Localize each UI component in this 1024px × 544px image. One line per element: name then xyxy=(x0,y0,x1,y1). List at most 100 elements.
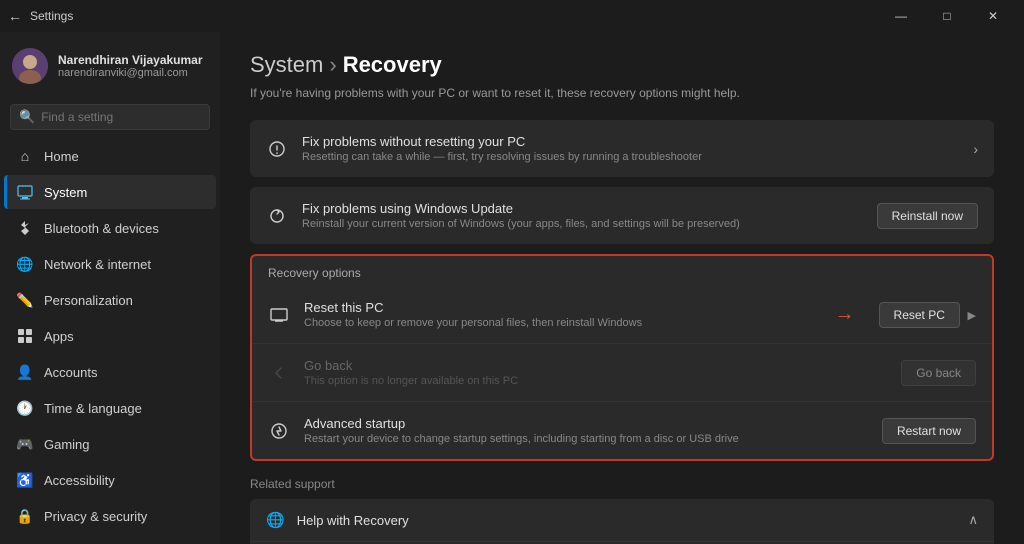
arrow-annotation: → xyxy=(835,303,855,326)
nav-accessibility[interactable]: ♿ Accessibility xyxy=(4,463,216,497)
related-support-label: Related support xyxy=(250,471,994,499)
back-button[interactable]: ← xyxy=(8,8,22,24)
help-recovery-row[interactable]: 🌐 Help with Recovery ∧ xyxy=(250,499,994,542)
nav-accessibility-label: Accessibility xyxy=(44,473,115,488)
titlebar: ← Settings — □ ✕ xyxy=(0,0,1024,32)
content-area: System › Recovery If you're having probl… xyxy=(220,32,1024,544)
fix-update-title: Fix problems using Windows Update xyxy=(302,201,863,216)
breadcrumb-separator: › xyxy=(329,52,336,78)
cursor-indicator: ▶ xyxy=(968,310,976,322)
search-box[interactable]: 🔍 xyxy=(10,104,210,130)
nav-time-label: Time & language xyxy=(44,401,142,416)
accessibility-icon: ♿ xyxy=(16,471,34,489)
breadcrumb-parent: System xyxy=(250,52,323,78)
search-input[interactable] xyxy=(41,110,201,124)
user-email: narendiranviki@gmail.com xyxy=(58,67,203,79)
help-recovery-label: Help with Recovery xyxy=(297,513,957,528)
nav-privacy-label: Privacy & security xyxy=(44,509,147,524)
advanced-startup-desc: Restart your device to change startup se… xyxy=(304,433,868,445)
nav-accounts[interactable]: 👤 Accounts xyxy=(4,355,216,389)
minimize-button[interactable]: — xyxy=(878,0,924,32)
nav-gaming[interactable]: 🎮 Gaming xyxy=(4,427,216,461)
fix-problems-desc: Resetting can take a while — first, try … xyxy=(302,151,959,163)
go-back-title: Go back xyxy=(304,358,887,373)
sidebar: Narendhiran Vijayakumar narendiranviki@g… xyxy=(0,32,220,544)
reset-pc-desc: Choose to keep or remove your personal f… xyxy=(304,317,821,329)
nav-personalization[interactable]: ✏️ Personalization xyxy=(4,283,216,317)
maximize-button[interactable]: □ xyxy=(924,0,970,32)
time-icon: 🕐 xyxy=(16,399,34,417)
fix-windows-update-row: Fix problems using Windows Update Reinst… xyxy=(250,187,994,244)
close-button[interactable]: ✕ xyxy=(970,0,1016,32)
user-profile[interactable]: Narendhiran Vijayakumar narendiranviki@g… xyxy=(0,32,220,100)
recovery-options-label: Recovery options xyxy=(252,256,992,286)
search-icon: 🔍 xyxy=(19,109,35,125)
nav-system[interactable]: System xyxy=(4,175,216,209)
user-name: Narendhiran Vijayakumar xyxy=(58,53,203,67)
nav-accounts-label: Accounts xyxy=(44,365,97,380)
nav-bluetooth-label: Bluetooth & devices xyxy=(44,221,159,236)
nav-time[interactable]: 🕐 Time & language xyxy=(4,391,216,425)
nav-gaming-label: Gaming xyxy=(44,437,90,452)
go-back-desc: This option is no longer available on th… xyxy=(304,375,887,387)
reset-pc-button[interactable]: Reset PC xyxy=(879,302,960,328)
home-icon: ⌂ xyxy=(16,147,34,165)
accounts-icon: 👤 xyxy=(16,363,34,381)
fix-update-icon xyxy=(266,205,288,227)
recovery-options-box: Recovery options Reset this PC Choose to… xyxy=(250,254,994,461)
fix-update-text: Fix problems using Windows Update Reinst… xyxy=(302,201,863,230)
privacy-icon: 🔒 xyxy=(16,507,34,525)
breadcrumb: System › Recovery xyxy=(250,52,994,78)
titlebar-left: ← Settings xyxy=(8,8,73,24)
restart-now-button[interactable]: Restart now xyxy=(882,418,976,444)
reset-pc-text: Reset this PC Choose to keep or remove y… xyxy=(304,300,821,329)
related-support: Related support 🌐 Help with Recovery ∧ C… xyxy=(250,471,994,544)
nav-bluetooth[interactable]: Bluetooth & devices xyxy=(4,211,216,245)
main-layout: Narendhiran Vijayakumar narendiranviki@g… xyxy=(0,32,1024,544)
fix-problems-chevron: › xyxy=(973,141,978,157)
help-recovery-chevron: ∧ xyxy=(968,512,978,528)
help-recovery-card: 🌐 Help with Recovery ∧ Creating a recove… xyxy=(250,499,994,544)
go-back-action: Go back xyxy=(901,360,976,386)
user-info: Narendhiran Vijayakumar narendiranviki@g… xyxy=(58,53,203,79)
nav-update[interactable]: 🔄 Windows Update xyxy=(4,535,216,544)
nav-apps[interactable]: Apps xyxy=(4,319,216,353)
nav-privacy[interactable]: 🔒 Privacy & security xyxy=(4,499,216,533)
reset-pc-icon xyxy=(268,304,290,326)
go-back-text: Go back This option is no longer availab… xyxy=(304,358,887,387)
fix-problems-icon xyxy=(266,138,288,160)
nav-home-label: Home xyxy=(44,149,79,164)
fix-problems-row[interactable]: Fix problems without resetting your PC R… xyxy=(250,120,994,177)
chevron-right-icon: › xyxy=(973,141,978,157)
fix-problems-text: Fix problems without resetting your PC R… xyxy=(302,134,959,163)
advanced-startup-text: Advanced startup Restart your device to … xyxy=(304,416,868,445)
nav-system-label: System xyxy=(44,185,87,200)
nav-apps-label: Apps xyxy=(44,329,74,344)
apps-icon xyxy=(16,327,34,345)
system-icon xyxy=(16,183,34,201)
advanced-startup-icon xyxy=(268,420,290,442)
avatar xyxy=(12,48,48,84)
nav-home[interactable]: ⌂ Home xyxy=(4,139,216,173)
reinstall-now-action: Reinstall now xyxy=(877,203,978,229)
app-title: Settings xyxy=(30,9,73,23)
arrow-icon: → xyxy=(835,303,855,326)
reinstall-now-button[interactable]: Reinstall now xyxy=(877,203,978,229)
reset-pc-row: Reset this PC Choose to keep or remove y… xyxy=(252,286,992,344)
page-subtitle: If you're having problems with your PC o… xyxy=(250,86,994,100)
reset-pc-action: Reset PC ▶ xyxy=(879,302,976,328)
help-recovery-icon: 🌐 xyxy=(266,511,285,529)
fix-problems-card: Fix problems without resetting your PC R… xyxy=(250,120,994,177)
go-back-icon xyxy=(268,362,290,384)
breadcrumb-current: Recovery xyxy=(343,52,442,78)
reset-pc-title: Reset this PC xyxy=(304,300,821,315)
go-back-button[interactable]: Go back xyxy=(901,360,976,386)
nav-network[interactable]: 🌐 Network & internet xyxy=(4,247,216,281)
advanced-startup-row: Advanced startup Restart your device to … xyxy=(252,402,992,459)
advanced-startup-title: Advanced startup xyxy=(304,416,868,431)
fix-windows-update-card: Fix problems using Windows Update Reinst… xyxy=(250,187,994,244)
restart-now-action: Restart now xyxy=(882,418,976,444)
fix-problems-title: Fix problems without resetting your PC xyxy=(302,134,959,149)
nav-personalization-label: Personalization xyxy=(44,293,133,308)
fix-update-desc: Reinstall your current version of Window… xyxy=(302,218,863,230)
